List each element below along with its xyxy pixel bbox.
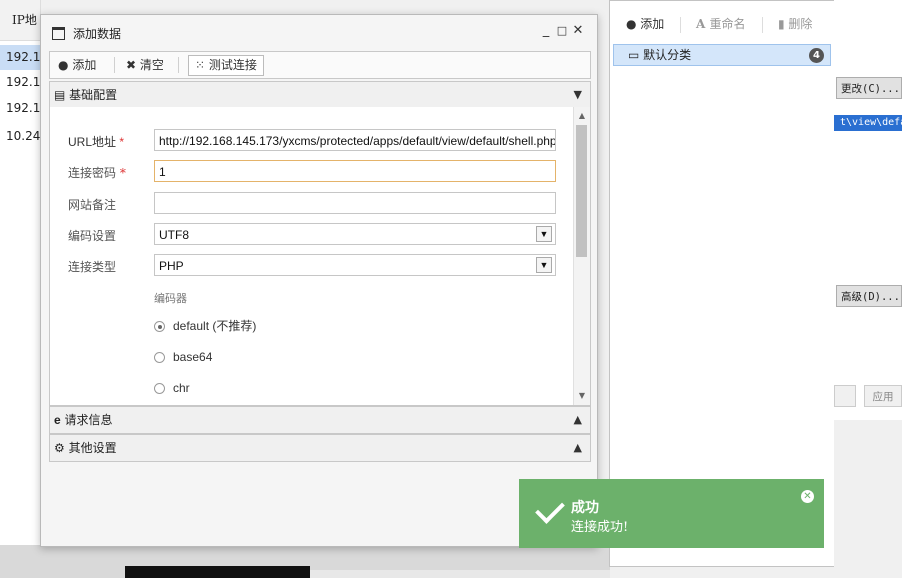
scroll-down-icon[interactable]: ▼ [574,389,590,403]
password-label: 连接密码 * [68,166,126,180]
required-mark: * [119,135,125,149]
ip-column-header[interactable]: IP地 [0,0,40,41]
close-icon[interactable]: ✕ [801,490,814,503]
list-row[interactable]: 10.24 [0,124,40,149]
required-mark: * [119,166,126,180]
section-label: 基础配置 [69,88,118,102]
category-toolbar: ● 添加 A 重命名 ▮ 删除 [610,9,835,39]
section-label: 请求信息 [64,413,113,427]
section-label: 其他设置 [68,441,117,455]
chevron-down-icon: ▼ [536,257,552,273]
scrollbar-thumb[interactable] [576,125,587,257]
chevron-up-icon: ▲ [573,441,582,454]
background-panel [310,570,610,578]
count-badge: 4 [809,48,824,63]
advanced-button[interactable]: 高级(D)... [836,285,902,307]
ok-button[interactable] [834,385,856,407]
folder-icon: ▭ [628,48,644,62]
trash-icon: ▮ [778,17,789,31]
list-row[interactable]: 192.1 [0,45,40,70]
path-text: t\view\default [834,115,902,131]
request-info-header[interactable]: e 请求信息 ▲ [49,406,591,434]
apply-button[interactable]: 应用 [864,385,902,407]
maximize-icon[interactable]: □ [555,21,569,41]
properties-content [834,0,902,420]
document-icon: ▤ [54,88,66,102]
other-settings-header[interactable]: ⚙ 其他设置 ▲ [49,434,591,462]
type-label: 连接类型 [68,260,117,274]
success-toast: 成功 连接成功! ✕ [519,479,824,548]
radio-icon [154,383,165,394]
close-icon[interactable]: ✕ [571,21,585,41]
plus-circle-icon: ● [626,17,641,31]
password-input[interactable]: 1 [154,160,556,182]
dialog-toolbar: ● 添加 ✖ 清空 ⁙ 测试连接 [49,51,591,79]
clear-button[interactable]: ✖ 清空 [126,52,164,78]
delete-button[interactable]: ▮ 删除 [778,9,812,39]
dialog-title: 添加数据 [73,27,122,41]
list-row[interactable]: 192.1 [0,96,40,121]
toast-message: 连接成功! [571,520,629,535]
radio-icon [154,352,165,363]
x-icon: ✖ [126,58,137,72]
url-label: URL地址 * [68,135,125,149]
rename-button[interactable]: A 重命名 [696,9,746,39]
type-value: PHP [159,259,184,273]
test-connection-button[interactable]: ⁙ 测试连接 [188,55,264,76]
chevron-down-icon: ▼ [573,88,582,101]
add-button[interactable]: ● 添加 [58,52,96,78]
ie-icon: e [54,413,61,427]
dialog-titlebar[interactable]: 添加数据 _ □ ✕ [41,15,597,49]
background-dark-panel [125,566,310,578]
toolbar-divider [114,57,115,73]
font-icon: A [696,17,710,31]
properties-window: 更改(C)... t\view\default 高级(D)... 应用 [834,0,902,578]
checkmark-icon [535,494,565,524]
scroll-up-icon[interactable]: ▲ [574,109,590,123]
spinner-icon: ⁙ [195,58,206,72]
toast-title: 成功 [571,500,599,516]
url-input[interactable]: http://192.168.145.173/yxcms/protected/a… [154,129,556,151]
plus-circle-icon: ● [58,58,69,72]
encoder-label: 编码器 [154,292,187,305]
encoding-select[interactable]: UTF8 ▼ [154,223,556,245]
category-add-button[interactable]: ● 添加 [626,9,664,39]
encoder-option-chr[interactable]: chr [154,378,190,398]
radio-selected-icon [154,321,165,332]
category-item-default[interactable]: ▭ 默认分类 4 [613,44,831,66]
encoding-value: UTF8 [159,228,189,242]
toolbar-divider [762,17,763,33]
minimize-icon[interactable]: _ [539,21,553,41]
encoder-option-default[interactable]: default (不推荐) [154,316,256,336]
change-button[interactable]: 更改(C)... [836,77,902,99]
basic-config-header[interactable]: ▤ 基础配置 ▼ [49,81,591,109]
gears-icon: ⚙ [54,441,65,455]
encoder-option-base64[interactable]: base64 [154,347,212,367]
form-scrollbar[interactable]: ▲ ▼ [573,107,590,405]
background-ip-list: IP地 192.1 192.1 192.1 10.24 [0,0,41,578]
list-row[interactable]: 192.1 [0,70,40,95]
window-icon [52,27,65,40]
basic-config-form: URL地址 * http://192.168.145.173/yxcms/pro… [49,107,591,406]
chevron-down-icon: ▼ [536,226,552,242]
type-select[interactable]: PHP ▼ [154,254,556,276]
note-input[interactable] [154,192,556,214]
toolbar-divider [680,17,681,33]
category-label: 默认分类 [643,48,692,62]
encoding-label: 编码设置 [68,229,117,243]
note-label: 网站备注 [68,198,117,212]
add-data-dialog: 添加数据 _ □ ✕ ● 添加 ✖ 清空 ⁙ 测试连接 ▤ 基础配置 ▼ URL… [40,14,598,547]
chevron-up-icon: ▲ [573,413,582,426]
toolbar-divider [178,57,179,73]
